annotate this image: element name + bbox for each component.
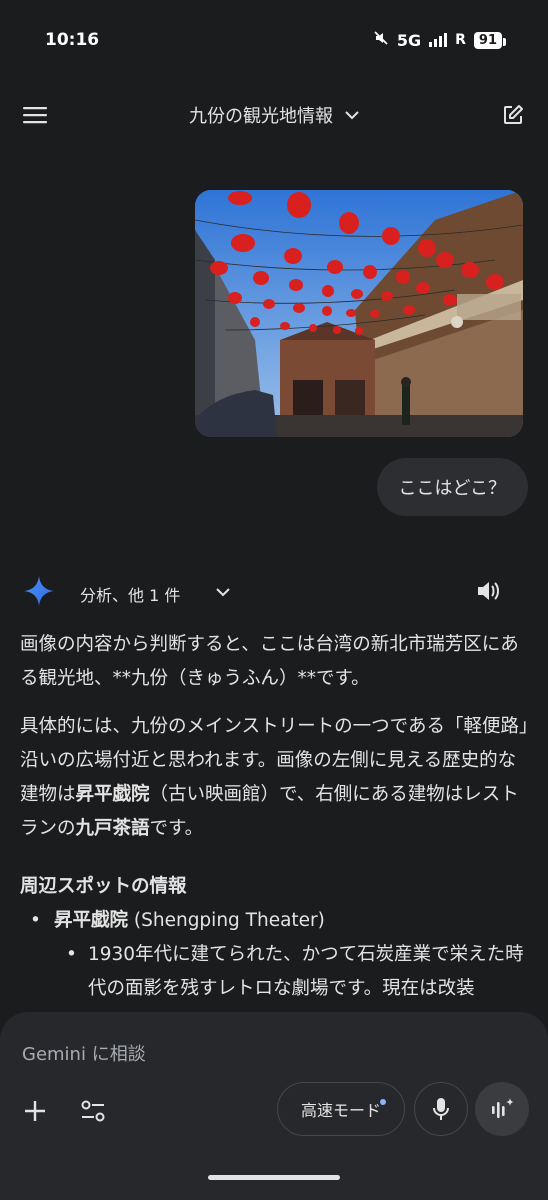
gemini-spark-icon bbox=[24, 576, 54, 606]
live-button[interactable] bbox=[475, 1082, 529, 1136]
status-icons: 5G R 91 bbox=[373, 30, 507, 50]
status-time: 10:16 bbox=[45, 30, 100, 50]
chat-title-dropdown[interactable]: 九份の観光地情報 bbox=[0, 102, 548, 128]
add-button[interactable] bbox=[20, 1096, 50, 1126]
top-app-bar: 九份の観光地情報 bbox=[0, 88, 548, 142]
edit-icon bbox=[504, 105, 523, 124]
chat-title: 九份の観光地情報 bbox=[189, 106, 333, 127]
new-chat-button[interactable] bbox=[500, 102, 526, 128]
tools-icon bbox=[81, 1100, 105, 1122]
response-body: 画像の内容から判断すると、ここは台湾の新北市瑞芳区にある観光地、**九份（きゅう… bbox=[20, 628, 532, 1006]
composer: Gemini に相談 高速モード bbox=[0, 1012, 548, 1200]
live-waveform-icon bbox=[492, 1098, 514, 1118]
user-message-bubble: ここはどこ？ bbox=[376, 458, 528, 516]
signal-icon bbox=[429, 33, 448, 47]
response-paragraph: 具体的には、九份のメインストリートの一つである「軽便路」沿いの広場付近と思われま… bbox=[20, 716, 529, 839]
list-item: 1930年代に建てられた、かつて石炭産業で栄えた時代の面影を残すレトロな劇場です… bbox=[20, 938, 532, 1006]
chevron-down-icon bbox=[345, 110, 359, 119]
user-message-text: ここはどこ？ bbox=[398, 478, 506, 499]
microphone-button[interactable] bbox=[414, 1082, 468, 1136]
model-mode-label: 高速モード bbox=[300, 1101, 381, 1120]
microphone-icon bbox=[433, 1098, 449, 1120]
speaker-icon[interactable] bbox=[476, 580, 500, 602]
status-bar: 10:16 5G R 91 bbox=[0, 0, 548, 80]
model-mode-button[interactable]: 高速モード bbox=[277, 1082, 405, 1136]
network-type: 5G bbox=[396, 30, 422, 50]
battery-icon: 91 bbox=[473, 31, 507, 49]
chevron-down-icon[interactable] bbox=[216, 588, 230, 597]
response-header: 分析、他 1 件 bbox=[20, 572, 528, 612]
carrier-suffix: R bbox=[455, 32, 466, 48]
uploaded-photo[interactable] bbox=[195, 190, 523, 437]
mute-icon bbox=[373, 30, 389, 50]
prompt-input[interactable]: Gemini に相談 bbox=[22, 1040, 146, 1066]
home-indicator[interactable] bbox=[208, 1175, 340, 1180]
tools-button[interactable] bbox=[78, 1096, 108, 1126]
plus-icon bbox=[25, 1101, 45, 1121]
lanterns-street-image bbox=[195, 190, 523, 437]
new-indicator-dot bbox=[380, 1099, 386, 1105]
section-heading: 周辺スポットの情報 bbox=[20, 876, 187, 897]
tools-used-label[interactable]: 分析、他 1 件 bbox=[80, 582, 180, 606]
bold-term: 九戸茶語 bbox=[75, 818, 150, 839]
list-item: 昇平戯院 (Shengping Theater) bbox=[20, 904, 532, 938]
bold-term: 昇平戯院 bbox=[75, 784, 150, 805]
response-paragraph: 画像の内容から判断すると、ここは台湾の新北市瑞芳区にある観光地、**九份（きゅう… bbox=[20, 634, 519, 689]
